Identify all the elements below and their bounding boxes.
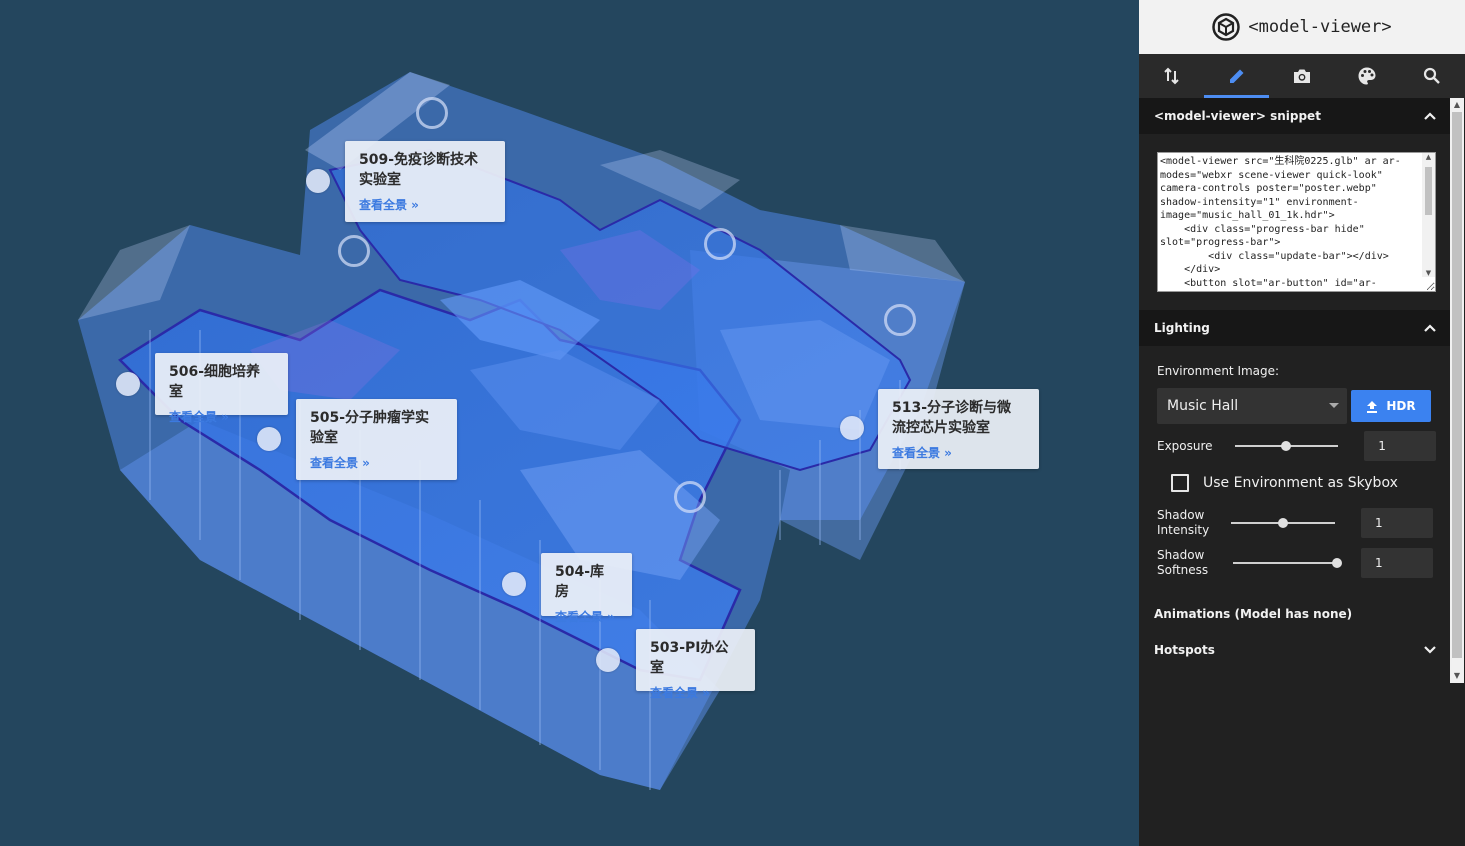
- snippet-code-textarea[interactable]: [1157, 152, 1436, 292]
- hotspot-ring[interactable]: [884, 304, 916, 336]
- hotspot-ring[interactable]: [416, 97, 448, 129]
- tab-camera[interactable]: [1269, 54, 1334, 98]
- hotspots-section-header[interactable]: Hotspots: [1139, 632, 1450, 668]
- tab-inspect[interactable]: [1400, 54, 1465, 98]
- hotspot-label-506: 506-细胞培养室 查看全景 »: [155, 353, 288, 424]
- pencil-icon: [1229, 69, 1244, 83]
- animations-section-title: Animations (Model has none): [1154, 607, 1353, 621]
- hotspot-label-509: 509-免疫诊断技术 实验室 查看全景 »: [345, 141, 505, 222]
- hotspot-label-505: 505-分子肿瘤学实 验室 查看全景 »: [296, 399, 457, 480]
- lighting-section-title: Lighting: [1154, 321, 1210, 335]
- hotspot-506[interactable]: [116, 372, 140, 396]
- exposure-label: Exposure: [1157, 439, 1213, 453]
- skybox-label: Use Environment as Skybox: [1203, 475, 1398, 491]
- hotspot-ring[interactable]: [338, 235, 370, 267]
- snippet-body: ▲ ▼: [1139, 134, 1450, 310]
- shadow-intensity-label: Shadow Intensity: [1157, 508, 1210, 537]
- room-title: 504-库房: [555, 564, 605, 600]
- environment-image-select[interactable]: Music Hall: [1157, 388, 1347, 424]
- lighting-section-header[interactable]: Lighting: [1139, 310, 1450, 346]
- skybox-checkbox[interactable]: [1171, 474, 1189, 492]
- scroll-up-arrow-icon[interactable]: ▲: [1450, 98, 1464, 112]
- snippet-scrollbar-thumb[interactable]: [1425, 167, 1432, 215]
- exposure-input[interactable]: 1: [1364, 431, 1436, 461]
- hotspot-504[interactable]: [502, 572, 526, 596]
- snippet-section-title: <model-viewer> snippet: [1154, 109, 1321, 123]
- upload-icon: [1367, 400, 1378, 413]
- search-icon: [1424, 67, 1441, 84]
- room-title: 509-免疫诊断技术 实验室: [359, 152, 479, 188]
- swap-vertical-icon: [1163, 67, 1179, 85]
- hotspot-label-504: 504-库房 查看全景 »: [541, 553, 632, 624]
- shadow-intensity-knob[interactable]: [1278, 518, 1288, 528]
- environment-image-label: Environment Image:: [1157, 364, 1280, 378]
- room-title: 506-细胞培养室: [169, 364, 261, 400]
- model-viewport[interactable]: 509-免疫诊断技术 实验室 查看全景 » 506-细胞培养室 查看全景 » 5…: [0, 0, 1139, 846]
- hotspot-505[interactable]: [257, 427, 281, 451]
- panel-scrollbar[interactable]: ▲ ▼: [1450, 98, 1464, 683]
- palette-icon: [1358, 67, 1376, 85]
- snippet-section-header[interactable]: <model-viewer> snippet: [1139, 98, 1450, 134]
- lighting-body: Environment Image: Music Hall HDR Exposu…: [1139, 346, 1450, 596]
- hotspots-section-title: Hotspots: [1154, 643, 1215, 657]
- tab-edit[interactable]: [1204, 54, 1270, 98]
- view-panorama-link[interactable]: 查看全景 »: [892, 444, 1025, 461]
- camera-icon: [1294, 69, 1310, 83]
- shadow-softness-slider[interactable]: [1233, 555, 1342, 571]
- room-title: 503-PI办公室: [650, 640, 729, 676]
- tab-materials[interactable]: [1335, 54, 1400, 98]
- hdr-button-label: HDR: [1386, 399, 1416, 413]
- editor-tabs: [1139, 54, 1465, 98]
- shadow-intensity-input[interactable]: 1: [1361, 508, 1433, 538]
- shadow-intensity-slider[interactable]: [1231, 515, 1335, 531]
- hotspot-label-503: 503-PI办公室 查看全景 »: [636, 629, 755, 700]
- exposure-slider-knob[interactable]: [1281, 441, 1292, 451]
- panel-scroll-area[interactable]: <model-viewer> snippet ▲ ▼ Lighting Envi…: [1139, 98, 1450, 846]
- view-panorama-link[interactable]: 查看全景 »: [169, 408, 274, 425]
- panel-scrollbar-thumb[interactable]: [1452, 112, 1462, 658]
- snippet-scrollbar[interactable]: ▲ ▼: [1422, 153, 1435, 277]
- hotspot-513[interactable]: [840, 416, 864, 440]
- scroll-down-arrow-icon[interactable]: ▼: [1422, 269, 1435, 277]
- room-title: 505-分子肿瘤学实 验室: [310, 410, 430, 446]
- view-panorama-link[interactable]: 查看全景 »: [650, 684, 741, 701]
- chevron-up-icon: [1424, 112, 1436, 120]
- brand-header: <model-viewer>: [1139, 0, 1465, 54]
- hotspot-ring[interactable]: [674, 481, 706, 513]
- upload-hdr-button[interactable]: HDR: [1351, 390, 1431, 422]
- hotspot-509[interactable]: [306, 169, 330, 193]
- chevron-up-icon: [1424, 324, 1436, 332]
- hotspot-label-513: 513-分子诊断与微 流控芯片实验室 查看全景 »: [878, 389, 1039, 469]
- scroll-up-arrow-icon[interactable]: ▲: [1422, 153, 1435, 161]
- exposure-slider[interactable]: [1234, 438, 1339, 454]
- room-title: 513-分子诊断与微 流控芯片实验室: [892, 400, 1012, 436]
- dropdown-arrow-icon: [1329, 403, 1339, 408]
- animations-section-header[interactable]: Animations (Model has none): [1139, 596, 1450, 632]
- view-panorama-link[interactable]: 查看全景 »: [310, 454, 443, 471]
- brand-name: <model-viewer>: [1248, 17, 1392, 37]
- tab-transform[interactable]: [1139, 54, 1204, 98]
- hotspot-ring[interactable]: [704, 228, 736, 260]
- environment-image-value: Music Hall: [1167, 398, 1239, 414]
- model-viewer-logo-icon: [1212, 13, 1241, 41]
- scroll-down-arrow-icon[interactable]: ▼: [1450, 669, 1464, 683]
- shadow-softness-label: Shadow Softness: [1157, 548, 1209, 577]
- shadow-softness-knob[interactable]: [1332, 558, 1342, 568]
- editor-panel: <model-viewer> <model-viewer> snippet <m…: [1139, 0, 1465, 846]
- view-panorama-link[interactable]: 查看全景 »: [359, 196, 491, 213]
- view-panorama-link[interactable]: 查看全景 »: [555, 608, 618, 625]
- shadow-softness-input[interactable]: 1: [1361, 548, 1433, 578]
- hotspot-503[interactable]: [596, 648, 620, 672]
- chevron-down-icon: [1424, 646, 1436, 654]
